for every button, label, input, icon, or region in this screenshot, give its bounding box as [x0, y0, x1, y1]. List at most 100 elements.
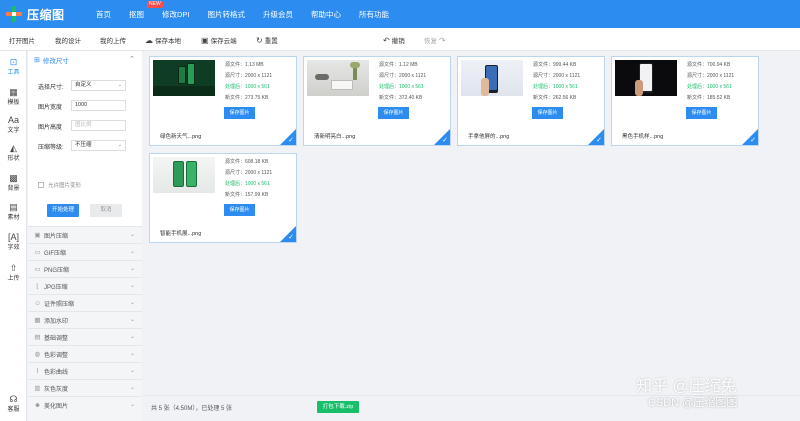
reset-button[interactable]: ↻ 重置: [256, 35, 278, 46]
chevron-down-icon: ⌄: [117, 82, 122, 88]
refresh-icon: ↻: [256, 35, 263, 45]
jpg-icon: ⌊: [36, 283, 39, 290]
save-image-button[interactable]: 保存图片: [686, 107, 717, 119]
section-gif-compress[interactable]: ▭ GIF压缩 ⌄: [28, 243, 142, 260]
rail-item-shapes[interactable]: ◭ 形状: [0, 143, 27, 162]
csdn-watermark: CSDN @压缩图图: [648, 397, 738, 409]
headset-icon: ☊: [9, 394, 18, 404]
save-cloud-button[interactable]: ▣ 保存云端: [201, 35, 237, 46]
download-zip-button[interactable]: 打包下载.zip: [317, 401, 359, 413]
resize-icon: ⊞: [34, 56, 40, 64]
curve-icon: ⌇: [35, 368, 40, 375]
reset-label: 重置: [264, 38, 278, 45]
section-color-adjust[interactable]: ◍ 色彩调整 ⌄: [28, 345, 142, 362]
nav-help-center[interactable]: 帮助中心: [311, 9, 341, 20]
image-card[interactable]: 源文件：999.44 KB 源尺寸：2000 x 1121 处理后：1000 x…: [457, 56, 605, 146]
check-icon: ✓: [596, 137, 602, 144]
image-card[interactable]: 源文件：1.13 MB 源尺寸：2000 x 1121 处理后：1000 x 5…: [149, 56, 297, 146]
image-card[interactable]: 源文件：1.12 MB 源尺寸：2000 x 1121 处理后：1000 x 5…: [303, 56, 451, 146]
save-image-button[interactable]: 保存图片: [224, 107, 255, 119]
section-label: JPG压缩: [44, 284, 68, 291]
chevron-down-icon: ⌄: [129, 232, 135, 238]
undo-button[interactable]: ↶ 撤销: [383, 35, 405, 46]
chevron-up-icon: ⌃: [129, 56, 135, 63]
redo-button[interactable]: 恢复 ↷: [424, 35, 448, 46]
redo-label: 恢复: [424, 38, 437, 45]
width-input[interactable]: 1000: [71, 100, 126, 111]
section-beautify[interactable]: ☻ 美化图片 ⌄: [28, 396, 142, 413]
cloud-save-icon: ☁: [145, 35, 153, 45]
logo[interactable]: 压缩图: [0, 6, 92, 23]
section-grayscale[interactable]: ▥ 灰色灰度 ⌄: [28, 379, 142, 396]
rail-label: 形状: [7, 156, 20, 162]
section-image-compress[interactable]: ▣ 图片压缩 ⌄: [28, 226, 142, 243]
image-card[interactable]: 源文件：608.18 KB 源尺寸：2000 x 1121 处理后：1000 x…: [149, 153, 297, 243]
save-local-button[interactable]: ☁ 保存本地: [145, 35, 181, 46]
source-dimensions: 源尺寸：2000 x 1121: [687, 73, 735, 79]
section-add-watermark[interactable]: ▦ 添加水印 ⌄: [28, 311, 142, 328]
file-name: 清新明亮白...png: [314, 134, 356, 140]
nav-home[interactable]: 首页: [96, 9, 111, 20]
chevron-down-icon: ⌄: [129, 283, 135, 289]
section-jpg-compress[interactable]: ⌊ JPG压缩 ⌄: [28, 277, 142, 294]
save-cloud-label: 保存云端: [210, 38, 237, 45]
source-dimensions: 源尺寸：2000 x 1121: [533, 73, 581, 79]
nav-convert-format[interactable]: 图片转格式: [208, 9, 246, 20]
my-design-button[interactable]: 我的设计: [55, 35, 81, 45]
height-input[interactable]: 图比例: [71, 120, 126, 131]
new-badge: NEW: [147, 0, 163, 8]
rail-item-tools[interactable]: ⊡ 工具: [0, 57, 27, 76]
section-label: 证件照压缩: [44, 301, 75, 308]
resize-section-header[interactable]: ⊞ 修改尺寸 ⌃: [28, 51, 142, 68]
save-image-button[interactable]: 保存图片: [224, 204, 255, 216]
save-image-button[interactable]: 保存图片: [378, 107, 409, 119]
color-icon: ◍: [34, 351, 41, 358]
my-upload-button[interactable]: 我的上传: [100, 35, 126, 45]
image-card[interactable]: 源文件：700.94 KB 源尺寸：2000 x 1121 处理后：1000 x…: [611, 56, 759, 146]
rail-item-upload[interactable]: ⇧ 上传: [0, 263, 27, 282]
section-color-curve[interactable]: ⌇ 色彩曲线 ⌄: [28, 362, 142, 379]
rail-item-templates[interactable]: ▦ 模板: [0, 87, 27, 106]
allow-deform-label: 允许图片变形: [48, 183, 82, 189]
cancel-button[interactable]: 取消: [90, 204, 122, 217]
nav-modify-dpi[interactable]: 修改DPI: [162, 9, 190, 20]
rail-item-customer-service[interactable]: ☊ 客服: [0, 394, 27, 413]
chevron-down-icon: ⌄: [129, 334, 135, 340]
source-size: 源文件：1.13 MB: [225, 62, 264, 68]
watermark-icon: ▦: [34, 317, 41, 324]
chevron-down-icon: ⌄: [129, 266, 135, 272]
section-png-compress[interactable]: ▭ PNG压缩 ⌄: [28, 260, 142, 277]
rail-label: 上传: [7, 276, 20, 282]
size-select-value: 自定义: [75, 82, 92, 88]
check-icon: ✓: [442, 137, 448, 144]
rail-label: 素材: [7, 215, 20, 221]
file-name: 手拿他屏的...png: [468, 134, 510, 140]
check-icon: ✓: [750, 137, 756, 144]
allow-deform-checkbox[interactable]: 允许图片变形: [38, 181, 81, 189]
section-basic-adjust[interactable]: ▤ 基础调整 ⌄: [28, 328, 142, 345]
toolbox-icon: ⊡: [9, 57, 18, 67]
source-dimensions: 源尺寸：2000 x 1121: [379, 73, 427, 79]
left-rail: ⊡ 工具 ▦ 模板 Aa 文字 ◭ 形状 ▩ 背景 ▤ 素材 [A] 字效 ⇧ 上传 ☊ 客服: [0, 51, 27, 421]
new-size: 新文件：157.99 KB: [225, 192, 269, 198]
section-id-photo-compress[interactable]: ☺ 证件照压缩 ⌄: [28, 294, 142, 311]
nav-all-features[interactable]: 所有功能: [359, 9, 389, 20]
adjust-icon: ▤: [34, 334, 41, 341]
undo-label: 撤销: [391, 38, 405, 45]
rail-item-background[interactable]: ▩ 背景: [0, 173, 27, 192]
rail-item-material[interactable]: ▤ 素材: [0, 202, 27, 221]
rail-item-text-effects[interactable]: [A] 字效: [0, 232, 27, 251]
compress-level-select[interactable]: 不压缩 ⌄: [71, 140, 126, 151]
id-photo-icon: ☺: [34, 299, 41, 307]
processing-summary: 共 5 张（4.50M），已处理 5 张: [151, 406, 233, 412]
save-image-button[interactable]: 保存图片: [532, 107, 563, 119]
open-image-button[interactable]: 打开图片: [9, 35, 35, 45]
start-process-button[interactable]: 开始处理: [47, 204, 79, 217]
nav-upgrade-vip[interactable]: 升级会员: [263, 9, 293, 20]
rail-item-text[interactable]: Aa 文字: [0, 115, 27, 134]
nav-cutout[interactable]: 抠图 NEW: [129, 0, 163, 20]
size-select[interactable]: 自定义 ⌄: [71, 80, 126, 91]
source-size: 源文件：999.44 KB: [533, 62, 577, 68]
background-icon: ▩: [9, 173, 18, 183]
new-size: 新文件：273.75 KB: [225, 95, 269, 101]
